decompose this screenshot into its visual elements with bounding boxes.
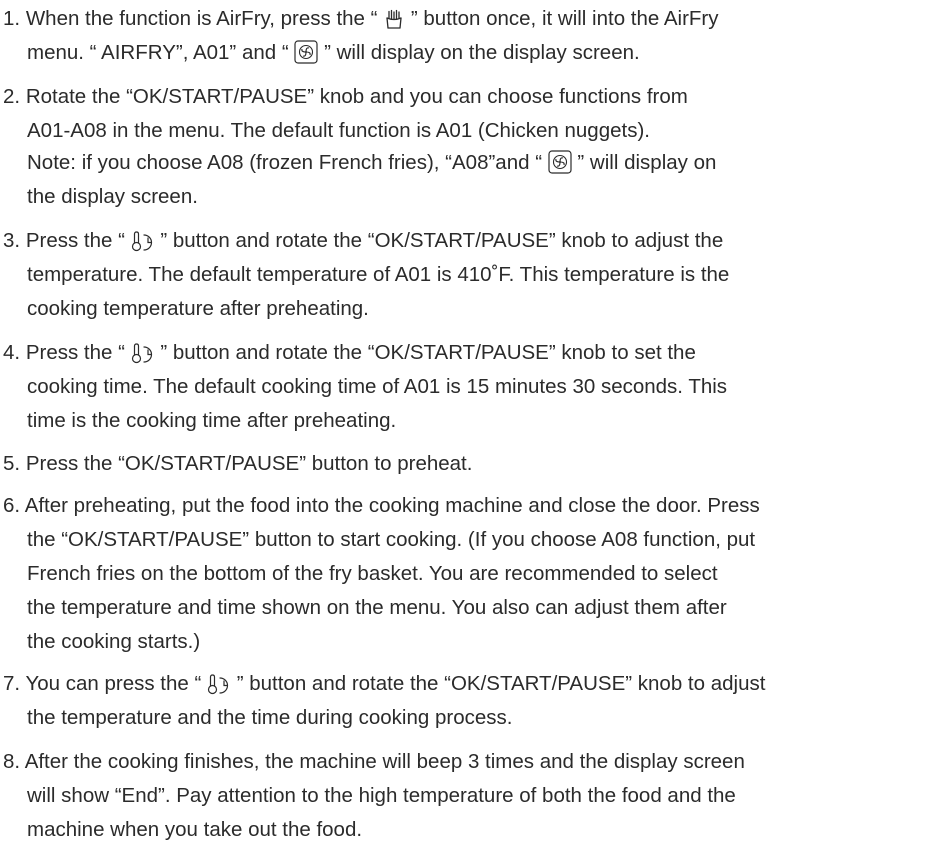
fan-icon xyxy=(294,40,318,64)
step-6-line-2: the “OK/START/PAUSE” button to start coo… xyxy=(27,524,755,556)
step-3-line-1: 3. Press the “ ” button and rotate the “… xyxy=(3,225,723,257)
step-7-text-b: ” button and rotate the “OK/START/PAUSE”… xyxy=(231,672,766,695)
step-2-line-2: A01-A08 in the menu. The default functio… xyxy=(27,115,650,147)
temp-time-icon xyxy=(131,230,155,253)
step-8-line-2: will show “End”. Pay attention to the hi… xyxy=(27,780,736,812)
step-8-text-a: After the cooking finishes, the machine … xyxy=(24,750,745,773)
step-4-text-b: ” button and rotate the “OK/START/PAUSE”… xyxy=(154,341,696,364)
step-1-text-c: menu. “ AIRFRY”, A01” and “ xyxy=(27,41,295,64)
fan-icon xyxy=(548,150,572,174)
step-7-text-a: You can press the “ xyxy=(25,672,208,695)
step-4-line-1: 4. Press the “ ” button and rotate the “… xyxy=(3,337,696,369)
step-3-text-b: ” button and rotate the “OK/START/PAUSE”… xyxy=(154,229,724,252)
step-2-line-1: 2. Rotate the “OK/START/PAUSE” knob and … xyxy=(3,81,688,113)
step-5-text-a: Press the “OK/START/PAUSE” button to pre… xyxy=(25,452,473,475)
temp-time-icon xyxy=(207,673,231,696)
step-3-text-c: temperature. The default temperature of … xyxy=(27,263,730,286)
step-8-line-1: 8. After the cooking finishes, the machi… xyxy=(3,746,745,778)
step-5-line-1: 5. Press the “OK/START/PAUSE” button to … xyxy=(3,448,472,480)
step-6-text-e: the cooking starts.) xyxy=(27,630,201,653)
step-6-text-b: the “OK/START/PAUSE” button to start coo… xyxy=(27,528,756,551)
step-1-text-d: ” will display on the display screen. xyxy=(318,41,640,64)
step-6-line-4: the temperature and time shown on the me… xyxy=(27,592,727,624)
step-1-number: 1. xyxy=(3,7,21,30)
step-2-text-c: Note: if you choose A08 (frozen French f… xyxy=(27,151,548,174)
step-2-line-3: Note: if you choose A08 (frozen French f… xyxy=(27,147,716,179)
step-6-line-3: French fries on the bottom of the fry ba… xyxy=(27,558,718,590)
step-7-text-c: the temperature and the time during cook… xyxy=(27,706,513,729)
step-4-text-c: cooking time. The default cooking time o… xyxy=(27,375,728,398)
step-6-line-1: 6. After preheating, put the food into t… xyxy=(3,490,760,522)
step-2-text-d: ” will display on xyxy=(571,151,717,174)
step-4-line-2: cooking time. The default cooking time o… xyxy=(27,371,727,403)
temp-time-icon xyxy=(131,342,155,365)
step-5-number: 5. xyxy=(3,452,21,475)
step-6-text-c: French fries on the bottom of the fry ba… xyxy=(27,562,718,585)
step-8-line-3: machine when you take out the food. xyxy=(27,814,362,846)
step-3-line-3: cooking temperature after preheating. xyxy=(27,293,369,325)
step-7-number: 7. xyxy=(3,672,21,695)
step-2-text-a: Rotate the “OK/START/PAUSE” knob and you… xyxy=(25,85,688,108)
step-4-number: 4. xyxy=(3,341,21,364)
step-8-text-b: will show “End”. Pay attention to the hi… xyxy=(27,784,736,807)
step-7-line-1: 7. You can press the “ ” button and rota… xyxy=(3,668,765,700)
instruction-document: 1. When the function is AirFry, press th… xyxy=(0,0,945,854)
step-1-text-b: ” button once, it will into the AirFry xyxy=(405,7,719,30)
step-3-text-d: cooking temperature after preheating. xyxy=(27,297,369,320)
step-6-line-5: the cooking starts.) xyxy=(27,626,200,658)
step-2-text-e: the display screen. xyxy=(27,185,198,208)
step-3-number: 3. xyxy=(3,229,21,252)
step-3-line-2: temperature. The default temperature of … xyxy=(27,259,729,291)
step-2-text-b: A01-A08 in the menu. The default functio… xyxy=(27,119,650,142)
step-2-line-4: the display screen. xyxy=(27,181,198,213)
step-4-text-d: time is the cooking time after preheatin… xyxy=(27,409,397,432)
step-3-text-a: Press the “ xyxy=(25,229,131,252)
step-6-text-d: the temperature and time shown on the me… xyxy=(27,596,727,619)
step-7-line-2: the temperature and the time during cook… xyxy=(27,702,512,734)
fries-icon xyxy=(383,9,405,31)
step-8-number: 8. xyxy=(3,750,21,773)
step-1-text-a: When the function is AirFry, press the “ xyxy=(25,7,384,30)
step-8-text-c: machine when you take out the food. xyxy=(27,818,363,841)
step-4-text-a: Press the “ xyxy=(25,341,131,364)
step-1-line-2: menu. “ AIRFRY”, A01” and “ ” will displ… xyxy=(27,37,640,69)
step-1-line-1: 1. When the function is AirFry, press th… xyxy=(3,3,719,35)
step-2-number: 2. xyxy=(3,85,21,108)
step-6-text-a: After preheating, put the food into the … xyxy=(24,494,760,517)
step-6-number: 6. xyxy=(3,494,21,517)
step-4-line-3: time is the cooking time after preheatin… xyxy=(27,405,396,437)
